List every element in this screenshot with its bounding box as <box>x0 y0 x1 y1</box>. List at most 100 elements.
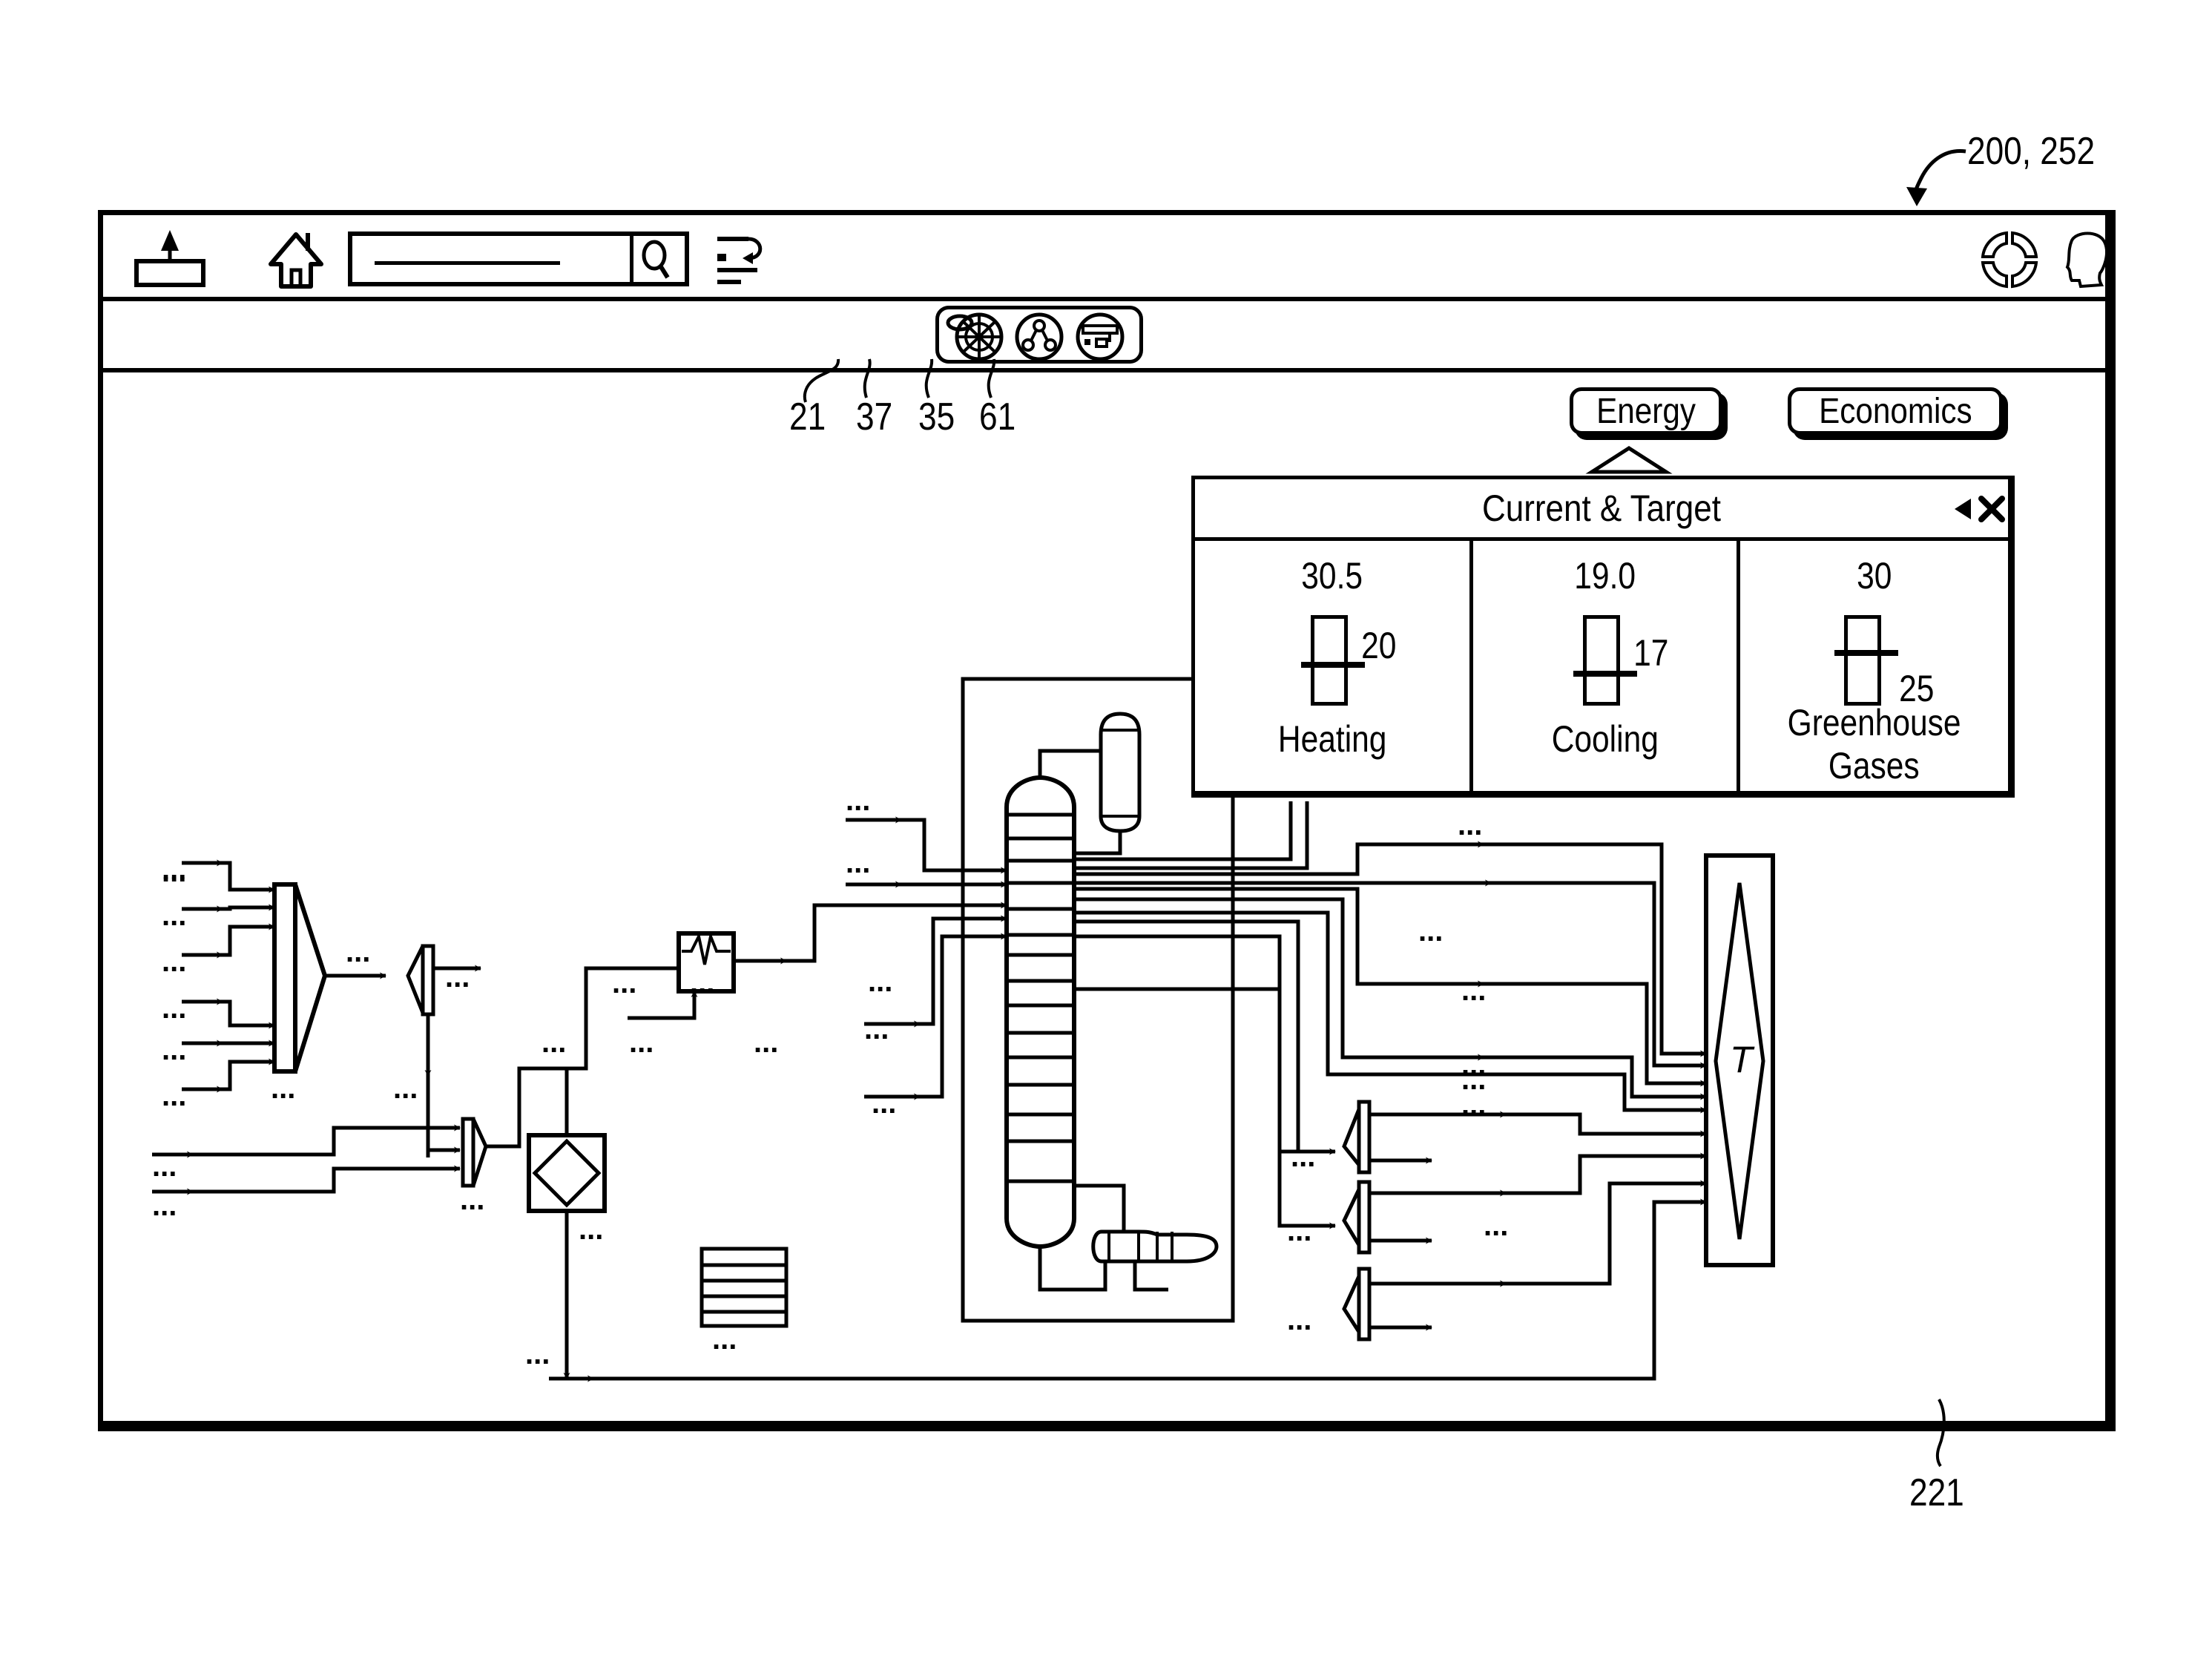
flow-line <box>1074 842 1707 1057</box>
ellipsis-label: ... <box>1458 809 1482 841</box>
close-icon[interactable] <box>1977 494 2007 524</box>
ellipsis-label: ... <box>162 992 186 1025</box>
product-splitter-body <box>1357 1100 1372 1175</box>
ellipsis-label: ... <box>1418 915 1443 948</box>
ellipsis-label: ... <box>690 967 714 999</box>
ellipsis-label: ... <box>864 1013 889 1045</box>
flow-line <box>1506 1180 1707 1286</box>
flow-line <box>1074 910 1707 1114</box>
ellipsis-label: ... <box>612 967 636 999</box>
ellipsis-label: ... <box>1461 974 1486 1007</box>
ellipsis-label: ... <box>542 1026 566 1059</box>
flow-line <box>628 991 698 1020</box>
canvas-ref: 221 <box>1909 1471 1964 1514</box>
flow-line <box>193 1165 461 1194</box>
ellipsis-label: ... <box>162 1034 186 1066</box>
flow-line <box>1074 887 1707 1087</box>
flow-line <box>223 923 275 957</box>
ellipsis-label: ... <box>754 1026 778 1059</box>
mixer2-cone <box>471 1117 488 1186</box>
ellipsis-label: ... <box>346 936 370 968</box>
gauge-target-mark <box>1301 662 1365 668</box>
ellipsis-label: ... <box>152 1189 177 1222</box>
metric-current-value: 19.0 <box>1574 555 1636 597</box>
metric-label: Greenhouse Gases <box>1787 702 1961 786</box>
ellipsis-label: ... <box>1287 1215 1311 1247</box>
panel-header: Current & Target <box>1195 479 2008 541</box>
panel-title: Current & Target <box>1481 487 1721 529</box>
flow-line <box>1074 831 1122 856</box>
ellipsis-label: ... <box>1461 1063 1486 1096</box>
ellipsis-label: ... <box>1287 1304 1311 1336</box>
flow-line <box>1038 749 1101 778</box>
flow-line <box>901 818 1007 874</box>
metric-gauge <box>1834 615 1898 706</box>
flow-line <box>1074 897 1707 1100</box>
storage-tank <box>700 1247 789 1328</box>
ellipsis-label: ... <box>846 847 870 879</box>
metric-gauge <box>1573 615 1637 706</box>
metric-gauge <box>1301 615 1365 706</box>
product-splitter-body <box>1357 1180 1372 1255</box>
flow-line <box>223 1058 275 1091</box>
metric-heating[interactable]: 30.5 20 Heating <box>1195 541 1469 795</box>
ellipsis-label: ... <box>162 899 186 932</box>
metric-cooling[interactable]: 19.0 17 Cooling <box>1469 541 1737 795</box>
distillation-column <box>1004 775 1076 1249</box>
metric-label: Cooling <box>1551 718 1659 760</box>
flow-line <box>1074 881 1707 1069</box>
metric-label: Heating <box>1277 718 1387 760</box>
ellipsis-label: ... <box>1291 1140 1315 1173</box>
flow-line <box>1074 919 1336 1155</box>
gauge-target-mark <box>1573 671 1637 677</box>
ellipsis-label: ... <box>162 856 186 888</box>
ellipsis-label: ... <box>629 1026 654 1059</box>
flow-line <box>1074 934 1336 1229</box>
flow-line <box>223 904 275 911</box>
splitter-body <box>421 944 435 1017</box>
product-splitter-cone <box>1342 1109 1361 1171</box>
splitter-cone <box>406 945 425 1014</box>
flow-line <box>193 1124 461 1157</box>
flow-line <box>786 902 1007 963</box>
ellipsis-label: ... <box>162 1080 186 1112</box>
metric-target-value: 20 <box>1361 625 1397 666</box>
collapse-icon[interactable] <box>1950 494 1975 524</box>
ellipsis-label: ... <box>872 1087 896 1120</box>
flow-line <box>223 861 275 893</box>
ellipsis-label: ... <box>393 1072 418 1105</box>
ellipsis-label: ... <box>445 961 470 994</box>
ellipsis-label: ... <box>868 965 892 998</box>
metric-greenhouse-gases[interactable]: 30 25 Greenhouse Gases <box>1737 541 2008 795</box>
flow-line <box>1133 1261 1168 1292</box>
mixer-unit <box>272 882 297 1074</box>
ref-leader-canvas <box>1935 1399 1946 1468</box>
metric-current-value: 30.5 <box>1301 555 1363 597</box>
ellipsis-label: ... <box>525 1338 550 1370</box>
flow-line <box>1074 987 1282 1226</box>
mixer2-body <box>461 1117 475 1188</box>
flow-line <box>1506 1112 1707 1137</box>
flow-line <box>1074 1183 1126 1232</box>
control-valve-box <box>527 1133 607 1213</box>
flow-line <box>1506 1152 1707 1195</box>
product-splitter-cone <box>1342 1275 1361 1339</box>
ellipsis-label: ... <box>152 1150 177 1183</box>
reboiler <box>1091 1229 1219 1264</box>
product-splitter-body <box>1357 1267 1372 1341</box>
ellipsis-label: ... <box>271 1072 295 1105</box>
process-flow-diagram: T ......................................… <box>152 677 1775 1382</box>
metric-current-value: 30 <box>1856 555 1892 597</box>
gauge-target-mark <box>1834 650 1898 656</box>
ellipsis-label: ... <box>846 784 870 817</box>
ellipsis-label: ... <box>712 1323 737 1356</box>
flow-line <box>223 999 275 1029</box>
ellipsis-label: ... <box>162 945 186 978</box>
product-splitter-cone <box>1342 1188 1361 1252</box>
ellipsis-label: ... <box>579 1213 603 1246</box>
mixer-outlet-cone <box>293 884 328 1072</box>
ellipsis-label: ... <box>1484 1209 1508 1242</box>
ellipsis-label: ... <box>460 1183 484 1216</box>
current-target-panel: Current & Target 30.5 20 Heating 19.0 17… <box>1191 476 2015 798</box>
metric-target-value: 17 <box>1633 632 1669 674</box>
